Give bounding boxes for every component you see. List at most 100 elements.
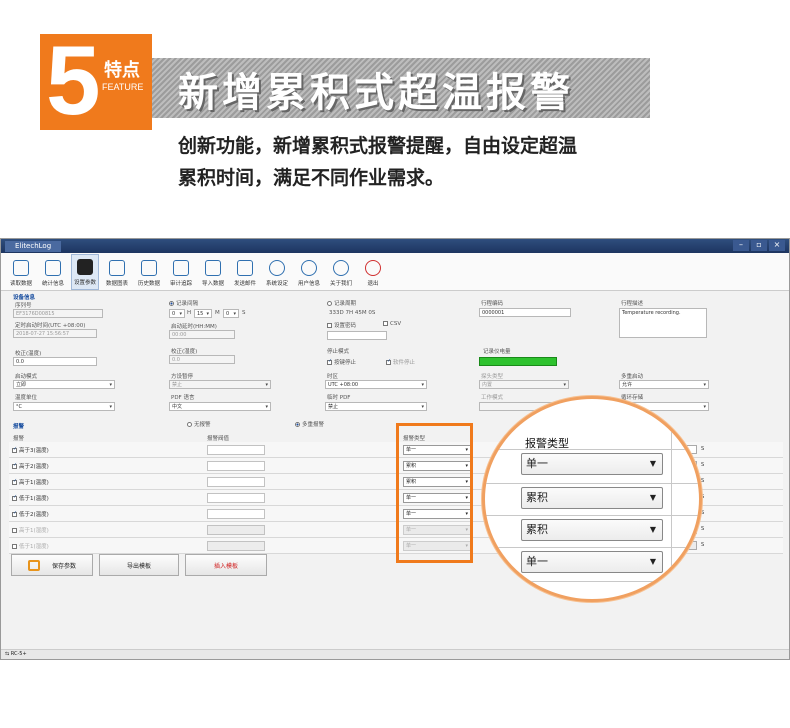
no-alarm-label: 无报警	[194, 422, 211, 428]
lens-rule	[485, 547, 699, 548]
export-template-button[interactable]: 导出模板	[99, 554, 179, 576]
col-threshold: 报警阀值	[207, 436, 230, 442]
stop-key-checkbox[interactable]: 按键停止	[327, 358, 356, 366]
interval-minutes[interactable]: 15	[194, 309, 212, 318]
calib-temp-field[interactable]: 0.0	[13, 357, 97, 366]
lens-type-select[interactable]: 累积	[521, 519, 663, 541]
toolbar-label: 关于我们	[329, 281, 352, 287]
toolbar-button-11[interactable]: 退出	[359, 254, 387, 290]
password-check[interactable]	[327, 323, 332, 328]
alarm-row-checkbox[interactable]	[12, 480, 17, 485]
alarm-row-checkbox[interactable]	[12, 464, 17, 469]
toolbar-button-3[interactable]: 数据图表	[103, 254, 131, 290]
toolbar-label: 发送邮件	[233, 281, 256, 287]
alarm-row-checkbox[interactable]	[12, 496, 17, 501]
multi-alarm-radio-dot[interactable]	[295, 422, 300, 427]
lens-type-select[interactable]: 累积	[521, 487, 663, 509]
toolbar-button-5[interactable]: 审计追踪	[167, 254, 195, 290]
temp-pdf-select[interactable]: 禁止	[325, 402, 427, 411]
alarm-row-text: 低于1(湿度)	[19, 544, 49, 550]
alarm-row-checkbox[interactable]	[12, 544, 17, 549]
alarm-row-label[interactable]: 高于2(温度)	[12, 462, 49, 470]
col-alarm: 报警	[13, 436, 25, 442]
timezone-select[interactable]: UTC +08:00	[325, 380, 427, 389]
interval-hours[interactable]: 0	[169, 309, 185, 318]
interval-radio-dot[interactable]	[169, 301, 174, 306]
save-params-button[interactable]: 保存参数	[11, 554, 93, 576]
unit-select[interactable]: °C	[13, 402, 115, 411]
stop-soft-label: 软件停止	[393, 360, 416, 366]
threshold-input[interactable]	[207, 445, 265, 455]
trip-desc-field[interactable]: Temperature recording.	[619, 308, 707, 338]
password-checkbox[interactable]: 设置密码	[327, 321, 356, 329]
alarm-row-label[interactable]: 低于1(湿度)	[12, 542, 49, 550]
csv-check[interactable]	[383, 321, 388, 326]
toolbar-label: 读取数据	[9, 281, 32, 287]
toolbar-button-8[interactable]: 系统设定	[263, 254, 291, 290]
threshold-input[interactable]	[207, 509, 265, 519]
feature-label-en: FEATURE	[102, 82, 144, 92]
probe-select: 内置	[479, 380, 569, 389]
trip-code-field[interactable]: 0000001	[479, 308, 571, 317]
toolbar-label: 数据图表	[105, 281, 128, 287]
alarm-row-label[interactable]: 高于3(温度)	[12, 446, 49, 454]
threshold-input[interactable]	[207, 477, 265, 487]
start-mode-select[interactable]: 立即	[13, 380, 115, 389]
maximize-button[interactable]: ▫	[751, 240, 767, 251]
battery-bar	[479, 357, 557, 366]
alarm-row-checkbox[interactable]	[12, 448, 17, 453]
no-alarm-radio[interactable]: 无报警	[187, 420, 211, 428]
trip-desc-label: 行程描述	[621, 301, 644, 307]
multi-start-label: 多重启动	[621, 374, 644, 380]
period-radio[interactable]: 记录周期	[327, 299, 356, 307]
clock-label: 定时启动时间(UTC +08:00)	[15, 323, 86, 329]
description: 创新功能，新增累积式报警提醒，自由设定超温 累积时间，满足不同作业需求。	[178, 130, 648, 194]
toolbar-button-4[interactable]: 历史数据	[135, 254, 163, 290]
toolbar-button-0[interactable]: 读取数据	[7, 254, 35, 290]
insert-template-button[interactable]: 插入模板	[185, 554, 267, 576]
pdf-lang-select[interactable]: 中文	[169, 402, 271, 411]
alarm-row-label[interactable]: 低于1(温度)	[12, 494, 49, 502]
threshold-input[interactable]	[207, 493, 265, 503]
period-value: 333D 7H 45M 0S	[329, 310, 376, 316]
start-mode-label: 启动模式	[15, 374, 38, 380]
status-bar: ⇆ RC-5+	[1, 649, 789, 659]
pause-select: 禁止	[169, 380, 271, 389]
lens-divider	[671, 399, 672, 599]
pdf-lang-label: PDF 语言	[171, 395, 195, 401]
alarm-row-checkbox[interactable]	[12, 512, 17, 517]
power-icon	[365, 260, 381, 276]
duration-seconds-unit: S	[701, 510, 705, 516]
password-label: 设置密码	[334, 323, 357, 329]
tools-icon	[77, 259, 93, 275]
toolbar-button-9[interactable]: 用户信息	[295, 254, 323, 290]
multi-alarm-radio[interactable]: 多重报警	[295, 420, 324, 428]
period-radio-dot[interactable]	[327, 301, 332, 306]
csv-checkbox[interactable]: CSV	[383, 321, 401, 327]
password-field[interactable]	[327, 331, 387, 340]
interval-seconds[interactable]: 0	[223, 309, 239, 318]
feature-number: 5	[46, 25, 101, 135]
minimize-button[interactable]: –	[733, 240, 749, 251]
multi-start-select[interactable]: 允许	[619, 380, 709, 389]
alarm-row-text: 高于1(湿度)	[19, 528, 49, 534]
toolbar-button-7[interactable]: 发送邮件	[231, 254, 259, 290]
toolbar-button-2[interactable]: 设置参数	[71, 254, 99, 290]
interval-radio[interactable]: 记录间隔	[169, 299, 198, 307]
toolbar-button-6[interactable]: 导入数据	[199, 254, 227, 290]
import-icon	[205, 260, 221, 276]
stop-key-check[interactable]	[327, 360, 332, 365]
toolbar-button-1[interactable]: 统计信息	[39, 254, 67, 290]
toolbar-button-10[interactable]: 关于我们	[327, 254, 355, 290]
stop-key-label: 按键停止	[334, 360, 357, 366]
no-alarm-radio-dot[interactable]	[187, 422, 192, 427]
lens-type-select[interactable]: 单一	[521, 551, 663, 573]
toolbar-label: 审计追踪	[169, 281, 192, 287]
threshold-input[interactable]	[207, 461, 265, 471]
alarm-row-checkbox[interactable]	[12, 528, 17, 533]
close-button[interactable]: ×	[769, 240, 785, 251]
lens-type-select[interactable]: 单一	[521, 453, 663, 475]
alarm-row-label[interactable]: 高于1(湿度)	[12, 526, 49, 534]
alarm-row-label[interactable]: 低于2(温度)	[12, 510, 49, 518]
alarm-row-label[interactable]: 高于1(温度)	[12, 478, 49, 486]
